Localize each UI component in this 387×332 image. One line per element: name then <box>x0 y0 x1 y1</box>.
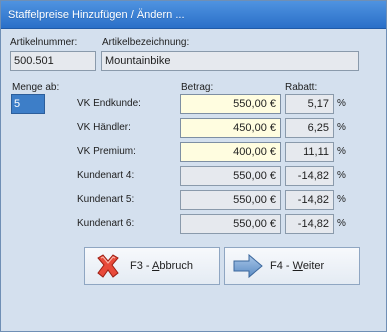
window-title: Staffelpreise Hinzufügen / Ändern ... <box>8 9 185 21</box>
row-label: VK Premium: <box>77 146 136 157</box>
percent-sign: % <box>337 146 346 157</box>
rabatt-field: 11,11 <box>285 142 334 162</box>
betrag-field: 550,00 € <box>180 190 281 210</box>
percent-sign: % <box>337 194 346 205</box>
row-label: VK Händler: <box>77 122 131 133</box>
red-x-icon <box>91 251 125 281</box>
right-arrow-icon <box>231 251 265 281</box>
betrag-field[interactable]: 450,00 € <box>180 118 281 138</box>
row-label: VK Endkunde: <box>77 98 141 109</box>
rabatt-field: 5,17 <box>285 94 334 114</box>
menge-input[interactable]: 5 <box>11 94 45 114</box>
rabatt-field: -14,82 <box>285 190 334 210</box>
row-label: Kundenart 6: <box>77 218 135 229</box>
title-bar[interactable]: Staffelpreise Hinzufügen / Ändern ... <box>1 1 386 29</box>
menge-label: Menge ab: <box>12 82 60 93</box>
dialog-window: Staffelpreise Hinzufügen / Ändern ... Ar… <box>0 0 387 332</box>
artikelnummer-field: 500.501 <box>10 51 96 71</box>
percent-sign: % <box>337 170 346 181</box>
rabatt-field: -14,82 <box>285 166 334 186</box>
row-label: Kundenart 5: <box>77 194 135 205</box>
betrag-field: 550,00 € <box>180 214 281 234</box>
rabatt-column-header: Rabatt: <box>285 82 318 93</box>
rabatt-field: -14,82 <box>285 214 334 234</box>
weiter-button[interactable]: F4 - Weiter <box>224 247 360 285</box>
percent-sign: % <box>337 122 346 133</box>
weiter-label: F4 - Weiter <box>270 260 325 272</box>
percent-sign: % <box>337 98 346 109</box>
betrag-field[interactable]: 550,00 € <box>180 94 281 114</box>
abbruch-label: F3 - Abbruch <box>130 260 193 272</box>
dialog-body: Artikelnummer: Artikelbezeichnung: 500.5… <box>1 30 386 331</box>
artikelbezeichnung-label: Artikelbezeichnung: <box>102 37 190 48</box>
abbruch-button[interactable]: F3 - Abbruch <box>84 247 220 285</box>
betrag-field: 550,00 € <box>180 166 281 186</box>
rabatt-field: 6,25 <box>285 118 334 138</box>
artikelbezeichnung-field: Mountainbike <box>101 51 359 71</box>
betrag-field[interactable]: 400,00 € <box>180 142 281 162</box>
row-label: Kundenart 4: <box>77 170 135 181</box>
betrag-column-header: Betrag: <box>181 82 214 93</box>
percent-sign: % <box>337 218 346 229</box>
artikelnummer-label: Artikelnummer: <box>10 37 78 48</box>
